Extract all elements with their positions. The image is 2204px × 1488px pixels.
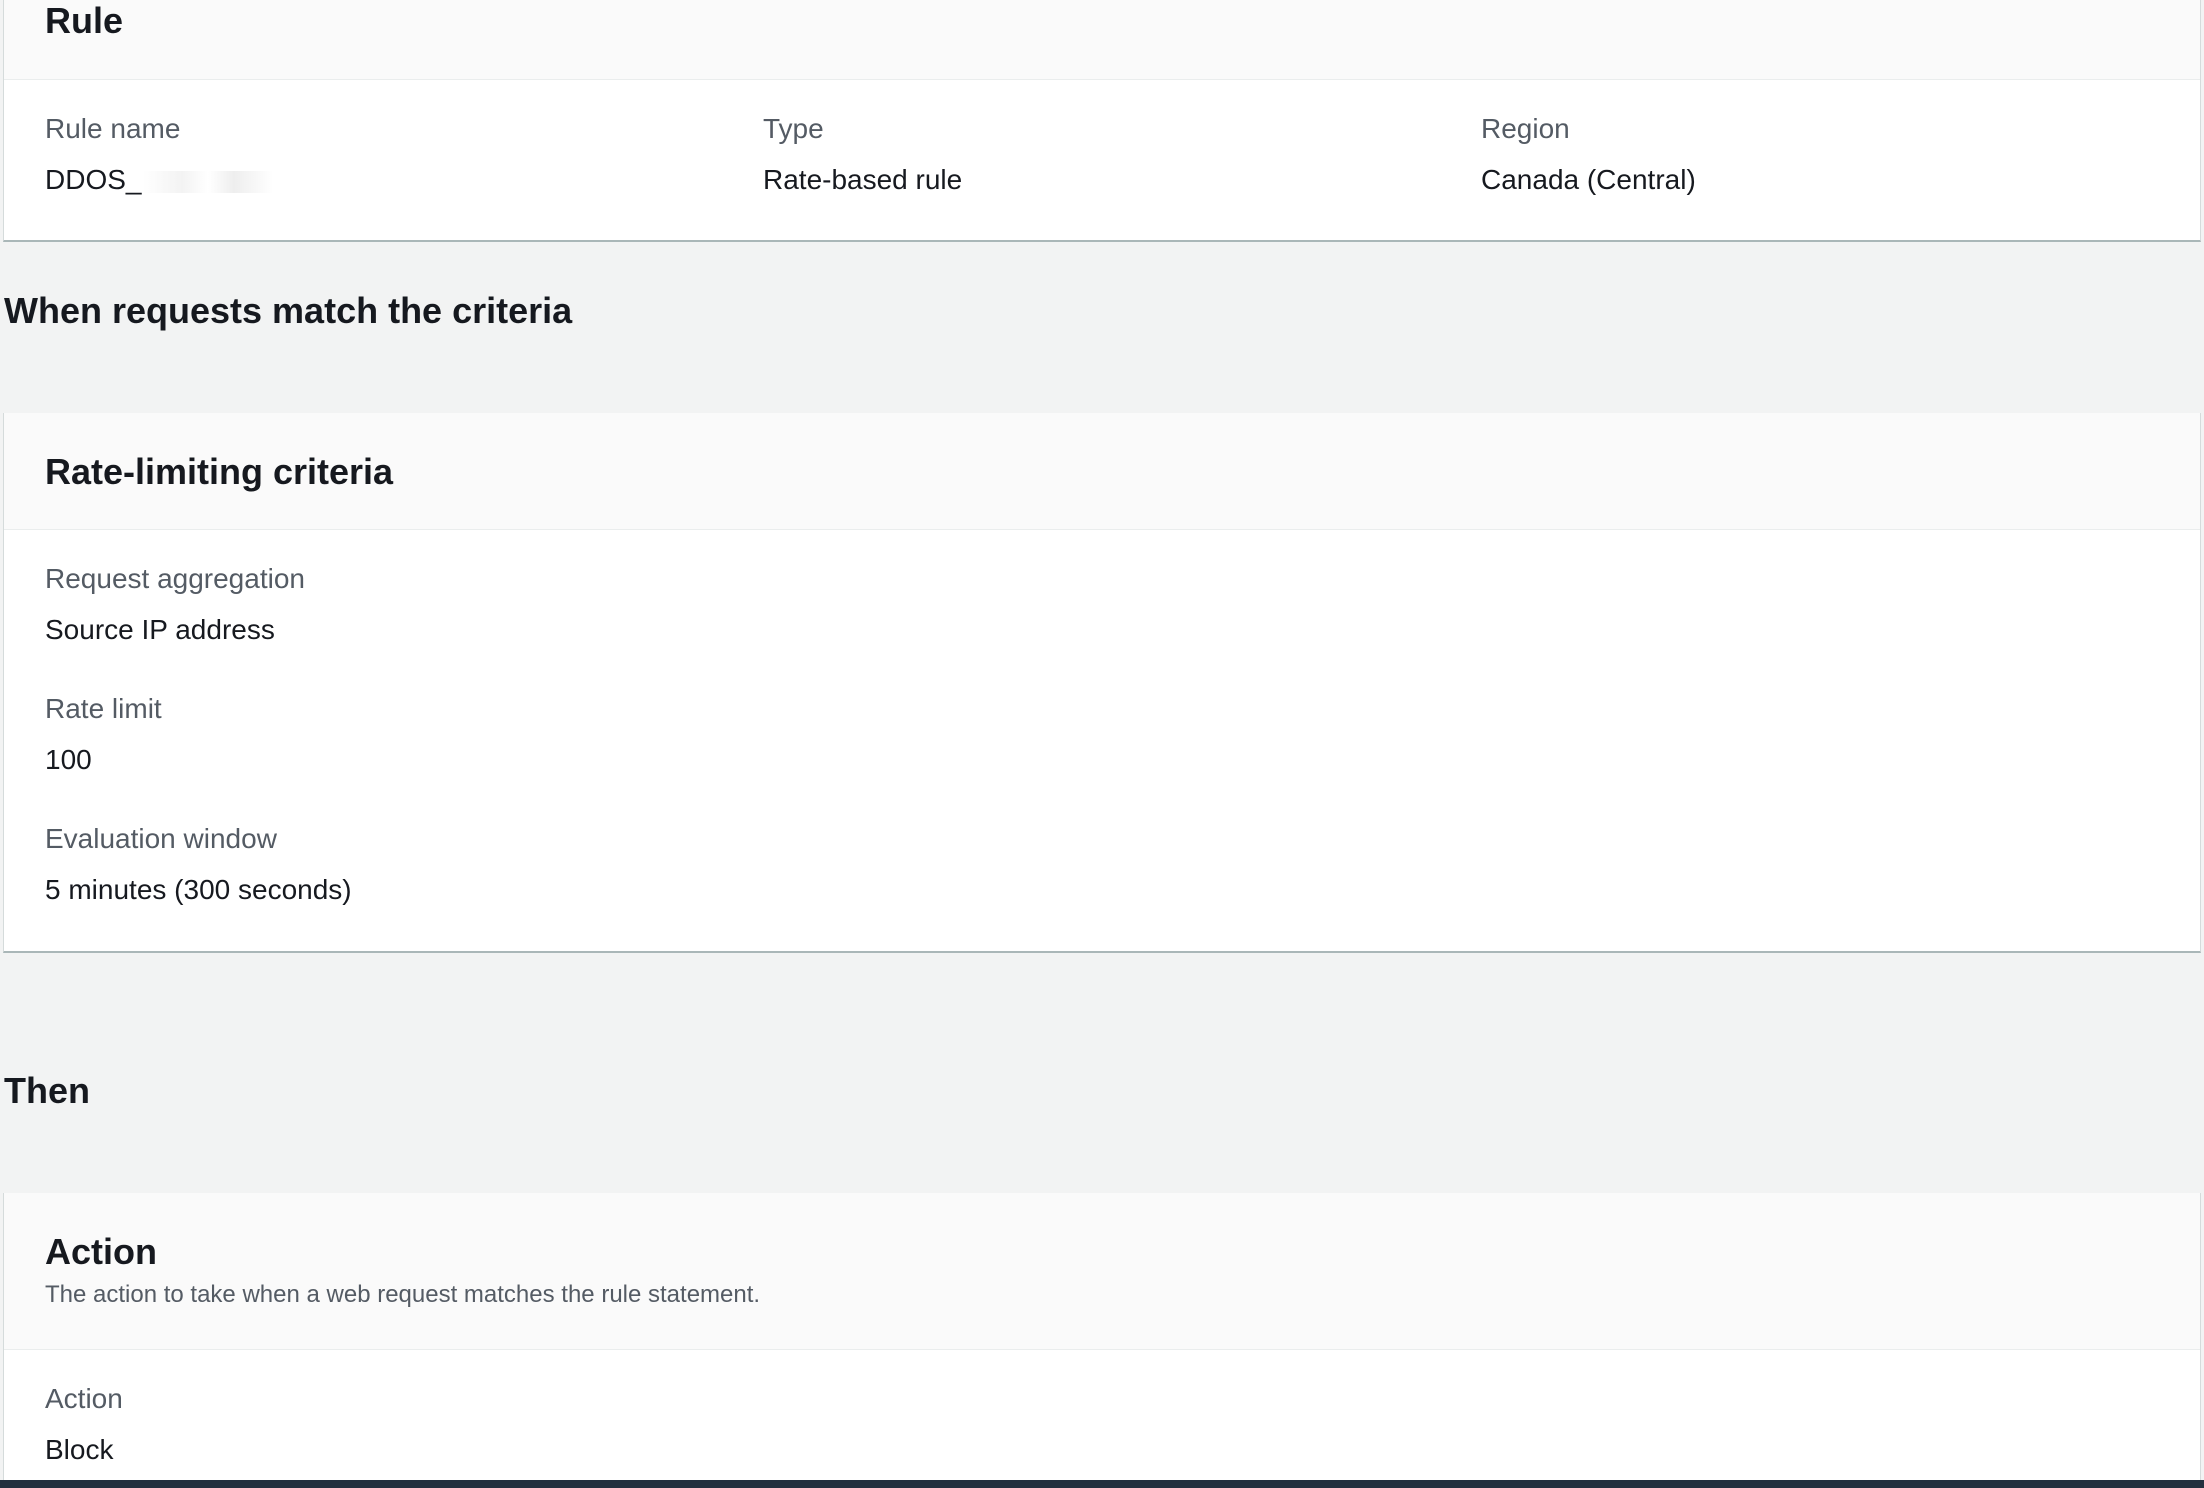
- action-panel-header: Action The action to take when a web req…: [4, 1193, 2200, 1350]
- type-value: Rate-based rule: [763, 164, 963, 195]
- action-panel-title: Action: [45, 1231, 157, 1272]
- redacted-block: [143, 170, 274, 193]
- then-heading: Then: [4, 1070, 90, 1111]
- request-aggregation-value: Source IP address: [45, 614, 275, 645]
- request-aggregation-label: Request aggregation: [45, 563, 305, 594]
- region-value: Canada (Central): [1481, 164, 1696, 195]
- rule-panel: Rule Rule name DDOS_ Type Rate-based rul…: [3, 0, 2201, 242]
- region-label: Region: [1481, 113, 1570, 144]
- rate-panel-title: Rate-limiting criteria: [45, 451, 394, 492]
- type-label: Type: [763, 113, 824, 144]
- bottom-bar: [0, 1480, 2204, 1488]
- rule-panel-title: Rule: [45, 0, 124, 41]
- rate-limiting-panel: Rate-limiting criteria Request aggregati…: [3, 413, 2201, 953]
- action-panel-description: The action to take when a web request ma…: [45, 1281, 761, 1308]
- rule-panel-header: Rule: [4, 0, 2200, 80]
- action-panel: Action The action to take when a web req…: [3, 1193, 2201, 1488]
- evaluation-window-label: Evaluation window: [45, 823, 277, 854]
- rule-name-value: DDOS_: [45, 164, 274, 196]
- rate-limit-value: 100: [45, 744, 92, 775]
- action-value: Block: [45, 1434, 114, 1465]
- evaluation-window-value: 5 minutes (300 seconds): [45, 874, 352, 905]
- rate-panel-header: Rate-limiting criteria: [4, 413, 2200, 530]
- criteria-heading: When requests match the criteria: [4, 290, 573, 331]
- action-label: Action: [45, 1383, 123, 1414]
- rule-name-text: DDOS_: [45, 164, 142, 195]
- rule-name-label: Rule name: [45, 113, 181, 144]
- rate-limit-label: Rate limit: [45, 693, 162, 724]
